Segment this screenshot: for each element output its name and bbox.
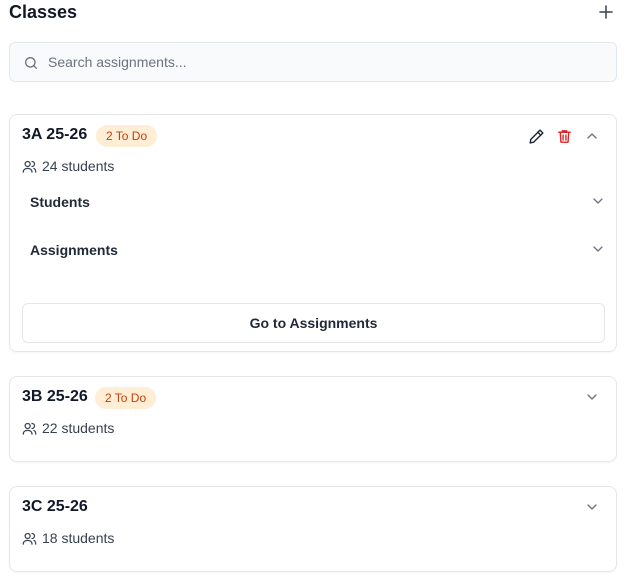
student-count-text: 18 students [42, 530, 115, 546]
class-card[interactable]: 3B 25-26 2 To Do 22 students [9, 376, 617, 462]
chevron-down-icon [593, 198, 603, 204]
go-to-assignments-button[interactable]: Go to Assignments [22, 303, 605, 343]
student-count: 22 students [22, 419, 114, 437]
class-name: 3C 25-26 [22, 498, 88, 515]
trash-icon [557, 129, 571, 143]
pencil-icon [528, 128, 544, 144]
search-input[interactable] [48, 43, 608, 81]
todo-badge: 2 To Do [95, 387, 157, 409]
collapse-button[interactable] [582, 126, 602, 146]
student-count: 24 students [22, 157, 114, 175]
todo-badge: 2 To Do [96, 125, 158, 147]
chevron-down-icon [593, 246, 603, 252]
chevron-up-icon [587, 133, 597, 139]
search-icon [25, 57, 37, 69]
page-header: Classes [9, 0, 618, 28]
plus-icon [599, 5, 613, 19]
edit-class-button[interactable] [526, 126, 546, 146]
page-title: Classes [9, 2, 78, 22]
users-icon [22, 160, 37, 173]
class-card[interactable]: 3C 25-26 18 students [9, 486, 617, 572]
section-label: Assignments [30, 242, 118, 258]
add-class-button[interactable] [594, 0, 618, 24]
chevron-down-icon [587, 504, 597, 510]
students-section-toggle[interactable]: Students [22, 185, 606, 221]
class-card: 3A 25-26 2 To Do 24 students Students As… [9, 114, 617, 352]
student-count: 18 students [22, 529, 114, 547]
student-count-text: 24 students [42, 158, 115, 174]
users-icon [22, 532, 37, 545]
expand-button[interactable] [582, 387, 602, 407]
class-name: 3B 25-26 [22, 388, 88, 405]
assignments-section-toggle[interactable]: Assignments [22, 233, 606, 269]
delete-class-button[interactable] [554, 126, 574, 146]
student-count-text: 22 students [42, 420, 115, 436]
class-name: 3A 25-26 [22, 126, 88, 143]
search-box [9, 42, 617, 82]
classes-page: Classes 3A 25-26 2 To Do 24 students Stu… [0, 0, 627, 580]
chevron-down-icon [587, 394, 597, 400]
section-label: Students [30, 194, 90, 210]
expand-button[interactable] [582, 497, 602, 517]
users-icon [22, 422, 37, 435]
